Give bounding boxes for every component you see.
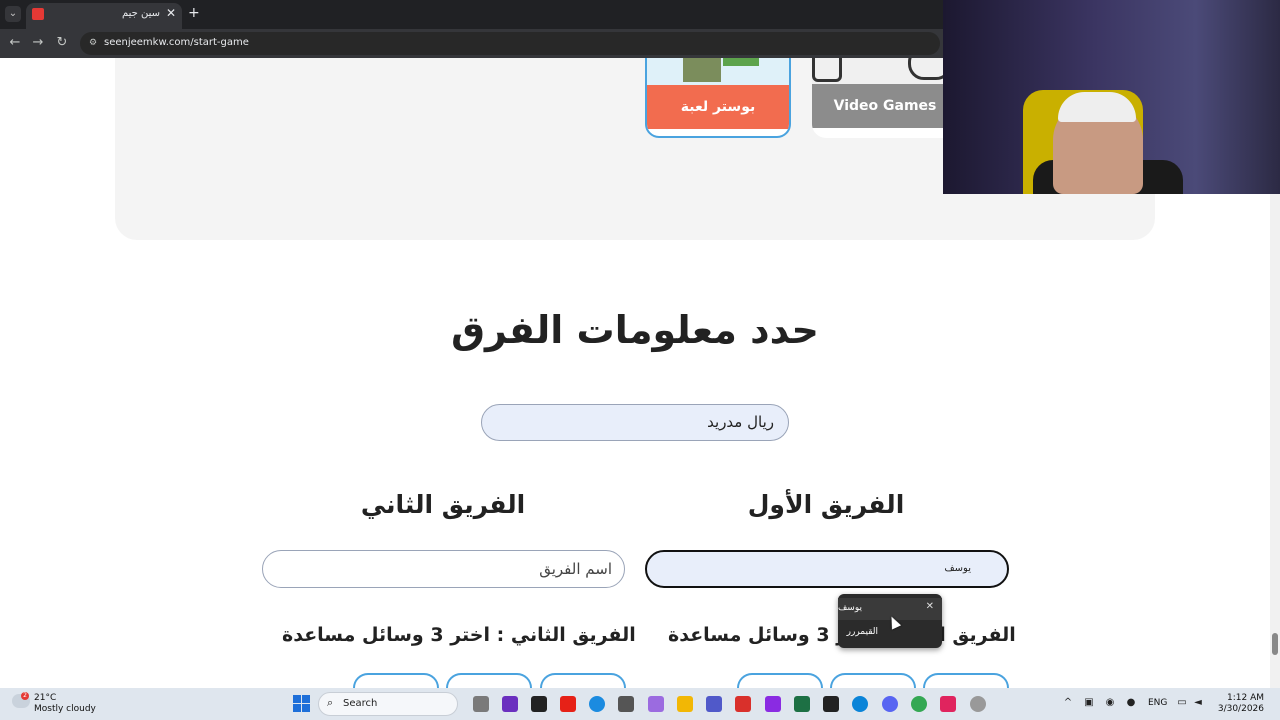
taskbar-search[interactable]: ⌕ Search: [318, 692, 458, 716]
address-bar[interactable]: ⚙ seenjeemkw.com/start-game: [80, 32, 940, 55]
team2-title: الفريق الثاني: [360, 490, 526, 519]
copilot-icon[interactable]: [648, 696, 664, 712]
app-icon[interactable]: [531, 696, 547, 712]
url-text: seenjeemkw.com/start-game: [104, 37, 249, 48]
app-icon[interactable]: [735, 696, 751, 712]
excel-icon[interactable]: [794, 696, 810, 712]
tab-close-icon[interactable]: ✕: [166, 6, 176, 20]
search-label: Search: [343, 698, 378, 709]
team1-aid-option[interactable]: [923, 673, 1009, 688]
game-name-input[interactable]: ريال مدريد: [481, 404, 789, 441]
app-icon[interactable]: [940, 696, 956, 712]
clock-time[interactable]: 1:12 AM: [1214, 693, 1264, 703]
new-tab-icon[interactable]: +: [188, 5, 200, 21]
teams-icon[interactable]: [706, 696, 722, 712]
language-indicator[interactable]: ENG: [1148, 698, 1167, 708]
streamer-cap: [1058, 92, 1136, 122]
category-image: [812, 58, 958, 84]
windows-taskbar: 2 21°C Mostly cloudy ⌕ Search ^ ▣ ◉ ● EN…: [0, 688, 1280, 720]
network-icon[interactable]: ▭: [1176, 697, 1188, 709]
app-icon[interactable]: [502, 696, 518, 712]
back-icon[interactable]: ←: [6, 34, 24, 52]
edge-icon[interactable]: [589, 696, 605, 712]
weather-temperature[interactable]: 21°C: [34, 693, 56, 703]
site-favicon-icon: [32, 8, 44, 20]
capcut-icon[interactable]: [823, 696, 839, 712]
section-title: حدد معلومات الفرق: [451, 308, 819, 352]
team1-title: الفريق الأول: [747, 490, 905, 519]
close-icon[interactable]: ✕: [926, 601, 934, 612]
category-card-game-poster[interactable]: بوستر لعبة: [645, 58, 791, 138]
clock-date[interactable]: 3/30/2026: [1210, 704, 1264, 714]
poster-art-2: [723, 58, 759, 66]
scrollbar-thumb[interactable]: [1272, 633, 1278, 655]
tray-app-icon[interactable]: ▣: [1083, 697, 1095, 709]
team2-aid-option[interactable]: [540, 673, 626, 688]
team1-name-input[interactable]: يوسف: [645, 550, 1009, 588]
poster-art: [683, 58, 721, 82]
team1-aid-option[interactable]: [830, 673, 916, 688]
app-icon[interactable]: [970, 696, 986, 712]
tray-app-icon[interactable]: ◉: [1104, 697, 1116, 709]
webcam-overlay: [943, 0, 1280, 194]
reload-icon[interactable]: ↻: [53, 34, 71, 52]
category-label: Video Games: [812, 84, 958, 128]
app-icon[interactable]: [765, 696, 781, 712]
tab-search-icon[interactable]: ⌄: [5, 6, 21, 22]
chevron-up-icon[interactable]: ^: [1062, 697, 1074, 709]
team2-aid-option[interactable]: [353, 673, 439, 688]
team2-aid-option[interactable]: [446, 673, 532, 688]
category-label: بوستر لعبة: [647, 85, 789, 129]
team2-aids-title: الفريق الثاني : اختر 3 وسائل مساعدة: [282, 624, 636, 646]
app-icon[interactable]: [852, 696, 868, 712]
weather-badge: 2: [21, 692, 29, 700]
chrome-icon[interactable]: [911, 696, 927, 712]
browser-tab[interactable]: سين جيم ✕: [26, 3, 182, 29]
task-view-icon[interactable]: [473, 696, 489, 712]
volume-icon[interactable]: ◄: [1192, 697, 1204, 709]
category-image: [647, 58, 789, 85]
microphone-icon[interactable]: ●: [1125, 697, 1137, 709]
site-info-icon[interactable]: ⚙: [87, 37, 99, 49]
weather-description[interactable]: Mostly cloudy: [34, 704, 96, 714]
discord-icon[interactable]: [882, 696, 898, 712]
forward-icon[interactable]: →: [29, 34, 47, 52]
windows-start-icon[interactable]: [293, 695, 310, 712]
app-icon[interactable]: [618, 696, 634, 712]
controller-icon: [812, 58, 842, 82]
team2-name-input[interactable]: اسم الفريق: [262, 550, 625, 588]
file-explorer-icon[interactable]: [677, 696, 693, 712]
team1-aid-option[interactable]: [737, 673, 823, 688]
youtube-icon[interactable]: [560, 696, 576, 712]
tab-title: سين جيم: [121, 8, 160, 19]
search-icon: ⌕: [327, 696, 334, 709]
category-card-video-games[interactable]: Video Games: [812, 58, 958, 138]
